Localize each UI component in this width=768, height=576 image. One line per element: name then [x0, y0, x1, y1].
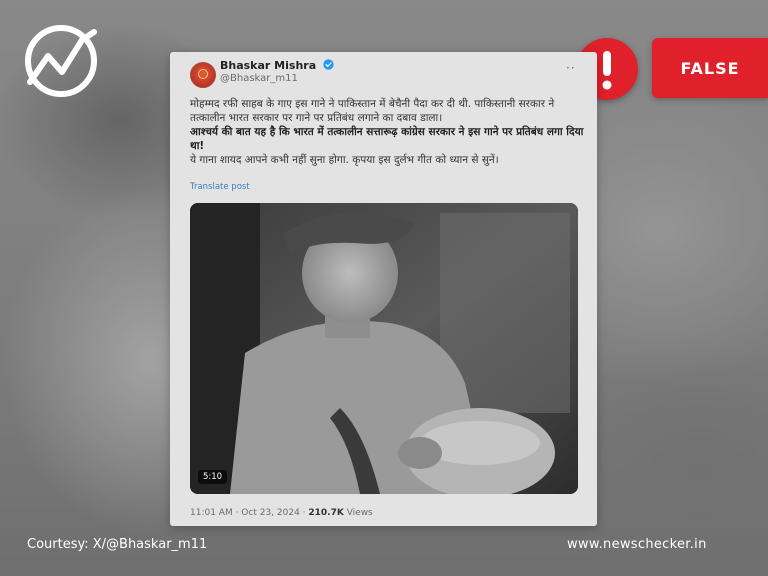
video-thumbnail — [190, 203, 578, 494]
tweet-text-line: ये गाना शायद आपने कभी नहीं सुना होगा. कृ… — [190, 154, 499, 166]
post-meta: 11:01 AM · Oct 23, 2024 · 210.7K Views — [190, 508, 373, 518]
display-name[interactable]: Bhaskar Mishra — [220, 59, 334, 72]
views-count: 210.7K — [308, 508, 344, 518]
display-name-text[interactable]: Bhaskar Mishra — [220, 59, 316, 72]
video-player[interactable]: 5:10 — [190, 203, 578, 494]
more-icon[interactable]: ·· — [566, 61, 576, 75]
verdict-label: FALSE — [680, 58, 740, 78]
translate-post-link[interactable]: Translate post — [190, 182, 250, 192]
handle[interactable]: @Bhaskar_m11 — [220, 73, 298, 84]
video-duration: 5:10 — [198, 470, 228, 484]
verdict-badge: FALSE — [652, 38, 768, 98]
tweet-text-bold: आश्चर्य की बात यह है कि भारत में तत्काली… — [190, 126, 584, 152]
avatar[interactable] — [190, 62, 216, 88]
verified-icon — [323, 59, 334, 70]
tweet-text-line: मोहम्मद रफी साहब के गाए इस गाने ने पाकिस… — [190, 98, 555, 124]
newschecker-logo-icon — [22, 22, 100, 100]
site-url: www.newschecker.in — [567, 537, 707, 552]
courtesy-credit: Courtesy: X/@Bhaskar_m11 — [27, 537, 208, 552]
post-timestamp[interactable]: 11:01 AM · Oct 23, 2024 · — [190, 508, 308, 518]
tweet-card: Bhaskar Mishra @Bhaskar_m11 ·· मोहम्मद र… — [170, 52, 597, 526]
tweet-text: मोहम्मद रफी साहब के गाए इस गाने ने पाकिस… — [190, 97, 586, 167]
views-label: Views — [343, 508, 373, 518]
